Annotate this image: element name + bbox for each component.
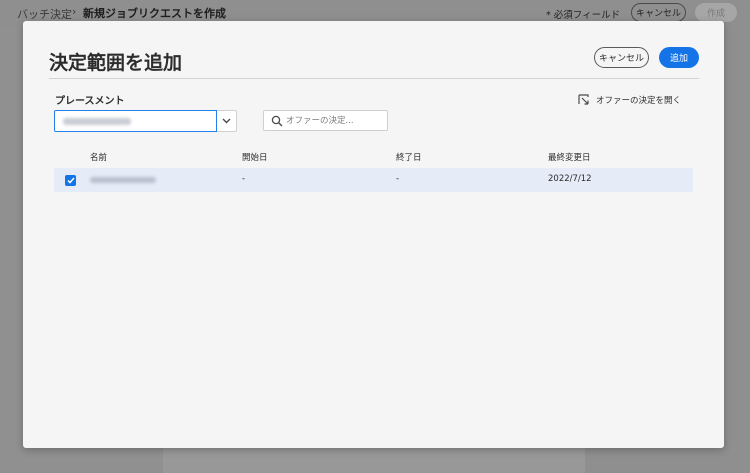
dialog-divider (49, 78, 699, 79)
breadcrumb-root[interactable]: バッチ決定 (17, 6, 72, 22)
add-decision-scope-dialog: 決定範囲を追加 キャンセル 追加 プレースメント オファーの決定を開く 名前 開… (23, 21, 724, 448)
placement-dropdown-button[interactable] (217, 110, 237, 132)
column-header-start-date[interactable]: 開始日 (242, 151, 268, 163)
row-end-date: - (396, 174, 400, 184)
placement-combobox[interactable] (54, 110, 217, 132)
search-icon (271, 115, 283, 127)
placement-value-redacted (63, 118, 131, 125)
checkmark-icon (66, 177, 75, 184)
column-header-name[interactable]: 名前 (90, 151, 107, 163)
cancel-button[interactable]: キャンセル (594, 47, 649, 68)
table-row[interactable]: - - 2022/7/12 (54, 168, 693, 192)
column-header-last-modified[interactable]: 最終変更日 (548, 151, 591, 163)
row-last-modified: 2022/7/12 (548, 174, 592, 184)
breadcrumb-current: 新規ジョブリクエストを作成 (83, 7, 226, 20)
search-input[interactable] (286, 113, 384, 129)
breadcrumb-separator: › (72, 5, 77, 18)
chevron-down-icon (222, 118, 231, 124)
open-offer-decisions-link[interactable]: オファーの決定を開く (578, 94, 681, 106)
dialog-title: 決定範囲を追加 (49, 52, 183, 74)
row-checkbox[interactable] (65, 175, 76, 186)
open-external-icon (578, 94, 589, 105)
row-start-date: - (242, 174, 246, 184)
row-name-redacted (90, 177, 156, 183)
offer-decision-search[interactable] (263, 110, 388, 131)
required-fields-note: * 必須フィールド (546, 10, 621, 21)
header-cancel-button[interactable]: キャンセル (631, 3, 686, 22)
column-header-end-date[interactable]: 終了日 (396, 151, 422, 163)
add-button[interactable]: 追加 (659, 47, 699, 68)
header-create-button: 作成 (695, 3, 737, 22)
open-link-label: オファーの決定を開く (596, 96, 682, 106)
placement-label: プレースメント (55, 96, 125, 107)
